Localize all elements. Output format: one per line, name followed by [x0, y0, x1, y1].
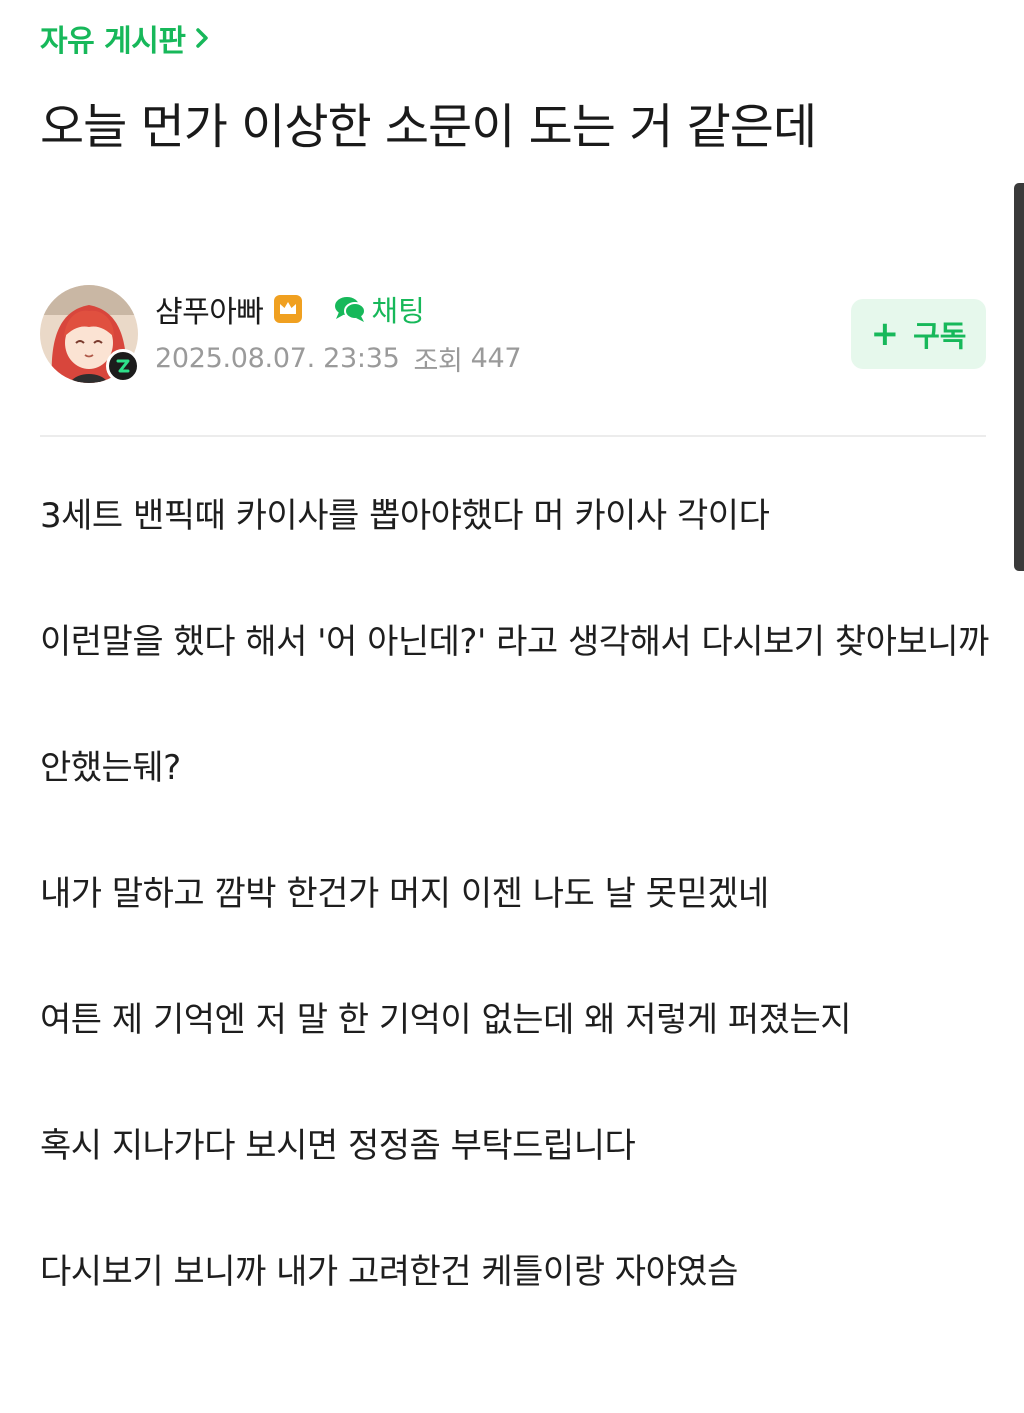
header-divider [40, 435, 986, 437]
chat-label: 채팅 [371, 294, 425, 328]
post-paragraph: 이런말을 했다 해서 '어 아닌데?' 라고 생각해서 다시보기 찾아보니까 [40, 622, 989, 662]
author-row: 샴푸아빠 채팅 [155, 287, 425, 331]
board-name: 자유 게시판 [40, 24, 186, 59]
post-paragraph: 3세트 밴픽때 카이사를 뽑아야했다 머 카이사 각이다 [40, 496, 770, 536]
board-breadcrumb-link[interactable]: 자유 게시판 [40, 14, 209, 62]
post-paragraph: 혹시 지나가다 보시면 정정좀 부탁드립니다 [40, 1126, 636, 1166]
post-datetime: 2025.08.07. 23:35 [155, 342, 400, 374]
post-title: 오늘 먼가 이상한 소문이 도는 거 같은데 [40, 99, 817, 155]
author-avatar[interactable] [40, 285, 140, 383]
post-paragraph: 안했는뒈? [40, 748, 181, 788]
post-paragraph: 내가 말하고 깜박 한건가 머지 이젠 나도 날 못믿겠네 [40, 874, 769, 914]
level-badge-icon [106, 349, 140, 383]
post-paragraph: 여튼 제 기억엔 저 말 한 기억이 없는데 왜 저렇게 퍼졌는지 [40, 1000, 852, 1040]
plus-icon: + [870, 314, 900, 354]
scrollbar[interactable] [1014, 183, 1024, 571]
post-meta: 2025.08.07. 23:35 조회 447 [155, 338, 522, 378]
chat-bubble-icon [335, 297, 367, 322]
chat-button[interactable]: 채팅 [333, 288, 425, 330]
chevron-right-icon [195, 27, 209, 49]
subscribe-button[interactable]: + 구독 [851, 299, 986, 369]
views-count: 447 [470, 342, 522, 374]
post-paragraph: 다시보기 보니까 내가 고려한건 케틀이랑 자야였슴 [40, 1252, 738, 1292]
views-label: 조회 [413, 345, 463, 377]
author-nickname[interactable]: 샴푸아빠 [155, 287, 264, 331]
post-body: 3세트 밴픽때 카이사를 뽑아야했다 머 카이사 각이다 이런말을 했다 해서 … [40, 484, 990, 1366]
crown-icon [273, 294, 303, 324]
subscribe-label: 구독 [913, 319, 967, 353]
